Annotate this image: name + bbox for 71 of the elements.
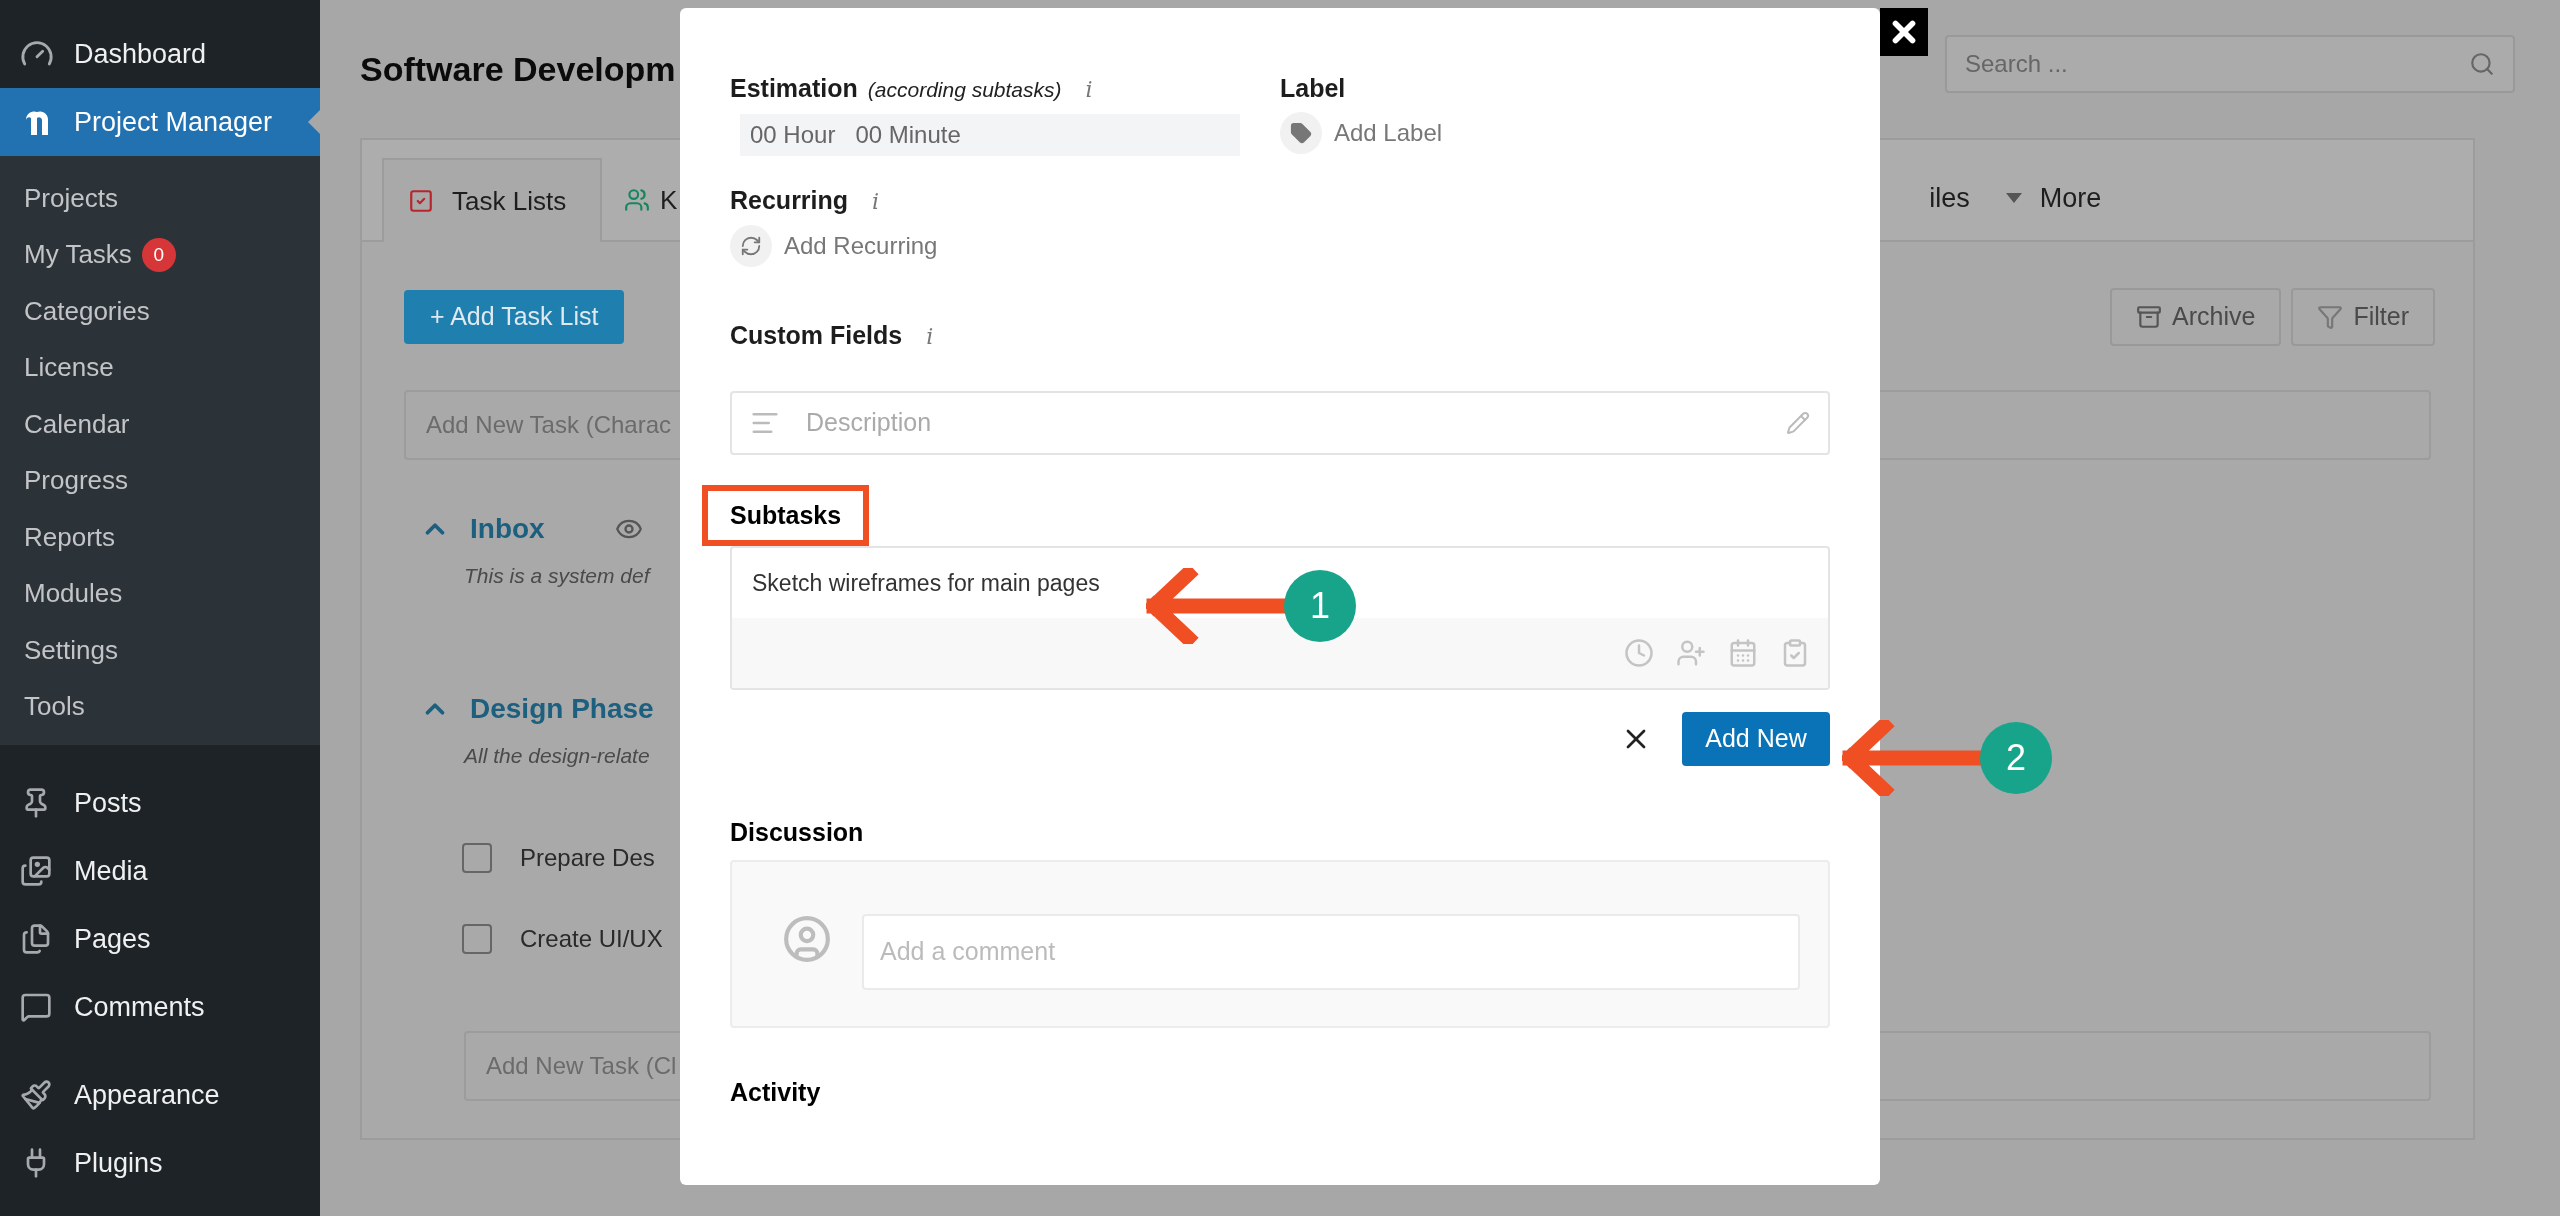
info-icon[interactable]: i [926,320,934,353]
avatar-icon [782,913,832,964]
menu-icon [20,923,52,955]
section-title: Discussion [730,817,865,848]
count-badge: 0 [141,237,176,272]
archive-button[interactable]: Archive [2110,288,2282,346]
menu-item[interactable]: Media [0,837,320,905]
menu-icon [20,1079,52,1111]
pencil-icon [1786,410,1810,435]
minute-value: 00 Minute [855,119,961,150]
section-title: Activity [730,1076,822,1108]
menu-item[interactable]: Comments [0,973,320,1041]
task-checkbox[interactable] [462,923,492,954]
task-title[interactable]: Create UI/UX [520,920,663,957]
assign-user-icon[interactable] [1676,638,1706,668]
close-button[interactable] [1880,8,1928,56]
submenu-item[interactable]: Tools [24,687,85,727]
tag-icon [1280,111,1322,154]
task-title[interactable]: Prepare Des [520,839,655,876]
tab[interactable]: iles [1929,156,2006,240]
search-field[interactable]: Search ... [1945,35,2515,93]
submenu-item[interactable]: Projects [24,178,118,218]
field-label: Label [1280,74,1346,102]
list-description: All the design-relate [464,743,650,769]
menu-item[interactable]: Pages [0,905,320,973]
submenu-item[interactable]: Categories [24,291,150,331]
tab[interactable]: Task Lists [382,158,602,242]
field-hint: (according subtasks) [867,77,1062,103]
filter-button[interactable]: Filter [2291,288,2435,346]
clock-icon[interactable] [1624,638,1654,668]
info-icon[interactable]: i [1085,73,1093,106]
caret-icon [2005,193,2022,203]
add-recurring-link[interactable]: Add Recurring [784,228,938,264]
add-new-button[interactable]: Add New [1682,712,1830,766]
menu-item[interactable]: Appearance [0,1061,320,1129]
menu-item[interactable]: Project Manager [0,88,320,156]
field-label: Custom Fields [730,320,903,351]
submenu-item[interactable]: Settings [24,630,118,670]
submenu-item[interactable]: License [24,348,114,388]
estimation-field[interactable]: 00 Hour 00 Minute [740,113,1240,156]
subtasks-label: Subtasks [702,484,870,546]
field-label: Estimation [730,73,858,104]
submenu-item[interactable]: Calendar [24,404,130,444]
tab[interactable]: K [602,158,700,242]
more-tab[interactable]: More [2005,156,2138,240]
archive-icon [2136,304,2163,330]
filter-icon [2317,304,2344,330]
menu-item[interactable]: Dashboard [0,20,320,88]
info-icon[interactable]: i [872,184,880,218]
search-input[interactable]: Search ... [1965,46,2365,82]
add-task-list-button[interactable]: + Add Task List [404,290,625,344]
list-description: This is a system def [464,563,650,589]
search-icon [2469,51,2495,77]
menu-icon [20,855,52,887]
people-icon [624,187,650,213]
repeat-icon [730,225,772,267]
submenu-item[interactable]: Progress [24,461,129,501]
calendar-icon[interactable] [1728,638,1758,668]
comment-field[interactable]: Add a comment [862,913,1800,990]
add-label-link[interactable]: Add Label [1334,114,1443,151]
page-title: Software Developm [360,48,676,90]
menu-item[interactable]: Posts [0,769,320,837]
menu-item[interactable]: Plugins [0,1129,320,1197]
submenu-item[interactable]: Reports [24,517,116,557]
hour-value: 00 Hour [750,119,836,150]
field-label: Recurring [730,184,849,216]
task-checkbox[interactable] [462,842,492,873]
checklist-icon [408,188,434,214]
menu-icon [20,991,52,1023]
submenu-item[interactable]: My Tasks [24,235,132,275]
submenu-item[interactable]: Modules [24,574,123,614]
